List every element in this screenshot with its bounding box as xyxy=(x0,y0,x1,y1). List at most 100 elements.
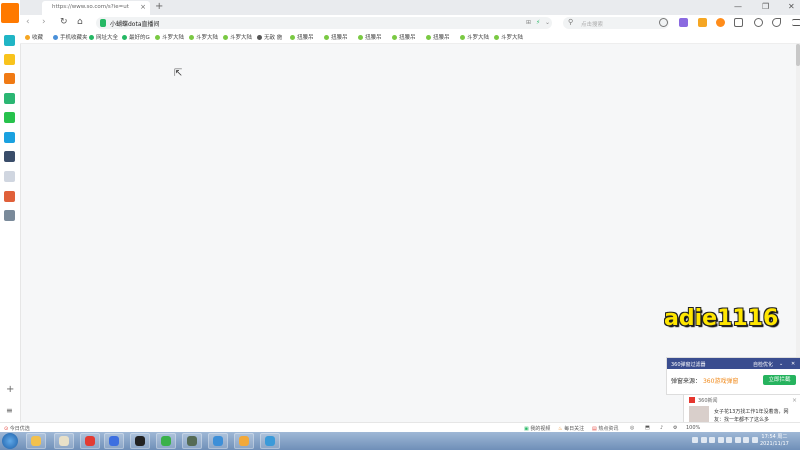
sidebar-mail-icon[interactable] xyxy=(4,93,15,104)
sidebar-app-icon[interactable] xyxy=(4,191,15,202)
bookmark-item[interactable]: 扭腰吊 xyxy=(324,33,348,41)
download-icon[interactable]: ⬒ xyxy=(645,425,650,431)
refresh-button[interactable]: ↻ xyxy=(60,17,68,27)
maximize-button[interactable]: ❐ xyxy=(762,2,769,11)
back-button[interactable]: ‹ xyxy=(26,17,30,27)
taskbar-app-button[interactable] xyxy=(234,433,254,449)
status-item-news[interactable]: ▤ 热点资讯 xyxy=(592,425,618,432)
shield-status-icon[interactable]: ◎ xyxy=(630,425,634,431)
sidebar-weibo-icon[interactable] xyxy=(4,73,15,84)
orange-app-icon[interactable] xyxy=(698,18,707,27)
browser-tab-active[interactable]: https://www.so.com/s?ie=ut × xyxy=(42,1,150,15)
bookmark-item[interactable]: 扭腰吊 xyxy=(426,33,450,41)
sidebar-p-icon[interactable] xyxy=(4,132,15,143)
status-item-follow[interactable]: ♨ 每日关注 xyxy=(558,425,584,432)
bookmark-item[interactable]: 斗罗大陆 xyxy=(223,33,252,41)
sound-icon[interactable]: ♪ xyxy=(660,425,663,431)
today-picks-link[interactable]: ⊙ 今日优选 xyxy=(4,425,30,432)
chevron-down-icon[interactable]: ⌄ xyxy=(779,361,783,367)
sidebar-star-icon[interactable] xyxy=(4,54,15,65)
bookmark-item[interactable]: 收藏 xyxy=(25,33,43,41)
search-placeholder: 点击搜索 xyxy=(581,21,604,28)
bookmark-label: 斗罗大陆 xyxy=(162,35,185,41)
start-button[interactable] xyxy=(2,433,18,449)
bookmark-item[interactable]: 斗罗大陆 xyxy=(155,33,184,41)
taskbar-obs-button[interactable] xyxy=(130,433,150,449)
bookmarks-bar: 收藏 手机收藏夹 网址大全 最好的G 斗罗大陆 斗罗大陆 斗罗大陆 无敌 施 扭腰吊 扭腰吊 扭腰吊… xyxy=(20,31,800,44)
sidebar-calc-icon[interactable] xyxy=(4,151,15,162)
sidebar-more-button[interactable]: ≡ xyxy=(6,406,13,415)
bookmark-item[interactable]: 最好的G xyxy=(122,33,150,41)
scrollbar-thumb[interactable] xyxy=(796,44,800,66)
taskbar-folder-button[interactable] xyxy=(26,433,46,449)
search-box[interactable]: ⚲ 点击搜索 xyxy=(563,17,669,29)
chevron-down-icon[interactable]: ⌄ xyxy=(545,19,550,26)
address-bar[interactable]: 小蝴蝶dota直播间 ⊞ ⚡ ⌄ xyxy=(96,17,552,29)
bookmark-item[interactable]: 手机收藏夹 xyxy=(53,33,88,41)
taskbar-netease-music-button[interactable] xyxy=(80,433,100,449)
sidebar-browser-icon[interactable] xyxy=(4,35,15,46)
taskbar-dota-button[interactable] xyxy=(182,433,202,449)
sidebar-photo-icon[interactable] xyxy=(4,210,15,221)
bookmark-item[interactable]: 扭腰吊 xyxy=(392,33,416,41)
forward-button[interactable]: › xyxy=(42,17,46,27)
popup-optimize-link[interactable]: 自检优化 xyxy=(753,361,773,368)
bookmark-item[interactable]: 扭腰吊 xyxy=(358,33,382,41)
stream-watermark: adie1116 xyxy=(664,306,779,331)
grid-icon[interactable] xyxy=(734,18,743,27)
bookmark-label: 扭腰吊 xyxy=(331,35,348,41)
taskbar-netease-music-icon xyxy=(85,436,95,446)
bookmark-item[interactable]: 无敌 施 xyxy=(257,33,282,41)
taskbar-explorer-button[interactable] xyxy=(54,433,74,449)
bell-icon[interactable] xyxy=(754,18,763,27)
menu-icon[interactable] xyxy=(792,19,800,26)
taskbar-game-button[interactable] xyxy=(208,433,228,449)
taskbar-ie-button[interactable] xyxy=(260,433,280,449)
bookmark-favicon-icon xyxy=(53,35,58,40)
tray-shield-icon[interactable] xyxy=(726,437,732,443)
compat-mode-icon[interactable]: ⊞ xyxy=(526,19,531,26)
block-now-button[interactable]: 立即拦截 xyxy=(763,375,796,385)
close-window-button[interactable]: ✕ xyxy=(788,2,795,11)
tab-close-icon[interactable]: × xyxy=(140,3,146,11)
status-item-video[interactable]: ▣ 我的视频 xyxy=(524,425,550,432)
popup-message-source[interactable]: 360游戏弹窗 xyxy=(703,378,738,385)
purple-app-icon[interactable] xyxy=(679,18,688,27)
close-icon[interactable]: ✕ xyxy=(791,361,795,367)
bookmark-item[interactable]: 网址大全 xyxy=(89,33,118,41)
bookmark-label: 手机收藏夹 xyxy=(60,35,88,41)
system-clock[interactable]: 17:54 周二 2021/11/17 xyxy=(760,434,789,448)
settings-icon[interactable]: ⚙ xyxy=(673,425,677,431)
tray-chat-icon[interactable] xyxy=(717,437,724,443)
sidebar-add-button[interactable]: + xyxy=(6,384,14,395)
new-tab-button[interactable]: + xyxy=(155,1,163,12)
tray-input-icon[interactable] xyxy=(743,437,749,443)
scissors-icon[interactable] xyxy=(659,18,668,27)
taskbar-feishu-button[interactable] xyxy=(104,433,124,449)
bookmark-label: 最好的G xyxy=(129,35,150,41)
tray-network-icon[interactable] xyxy=(700,437,707,443)
zoom-level[interactable]: 100% xyxy=(686,425,700,431)
tray-volume-icon[interactable] xyxy=(709,437,715,443)
taskbar-360-browser-button[interactable] xyxy=(156,433,176,449)
sidebar-doc-icon[interactable] xyxy=(4,171,15,182)
tray-clipboard-icon[interactable] xyxy=(751,437,758,443)
news-source: 360新闻 xyxy=(698,398,718,404)
speed-mode-icon[interactable]: ⚡ xyxy=(536,19,540,26)
close-icon[interactable]: × xyxy=(792,397,797,404)
taskbar-obs-icon xyxy=(135,436,145,446)
bookmark-item[interactable]: 斗罗大陆 xyxy=(460,33,489,41)
bookmark-label: 网址大全 xyxy=(96,35,119,41)
sidebar-logo-icon[interactable] xyxy=(1,3,19,23)
bookmark-item[interactable]: 斗罗大陆 xyxy=(189,33,218,41)
tray-update-icon[interactable] xyxy=(734,437,741,443)
minimize-button[interactable]: — xyxy=(734,2,742,11)
tray-app-icon[interactable] xyxy=(692,437,698,443)
bookmark-item[interactable]: 扭腰吊 xyxy=(290,33,314,41)
undo-icon[interactable] xyxy=(772,18,781,27)
sidebar-chat-icon[interactable] xyxy=(4,112,15,123)
bookmark-item[interactable]: 斗罗大陆 xyxy=(494,33,523,41)
popup-title: 360弹窗过滤器 xyxy=(671,361,706,368)
game-icon[interactable] xyxy=(716,18,725,27)
home-button[interactable]: ⌂ xyxy=(77,17,83,27)
